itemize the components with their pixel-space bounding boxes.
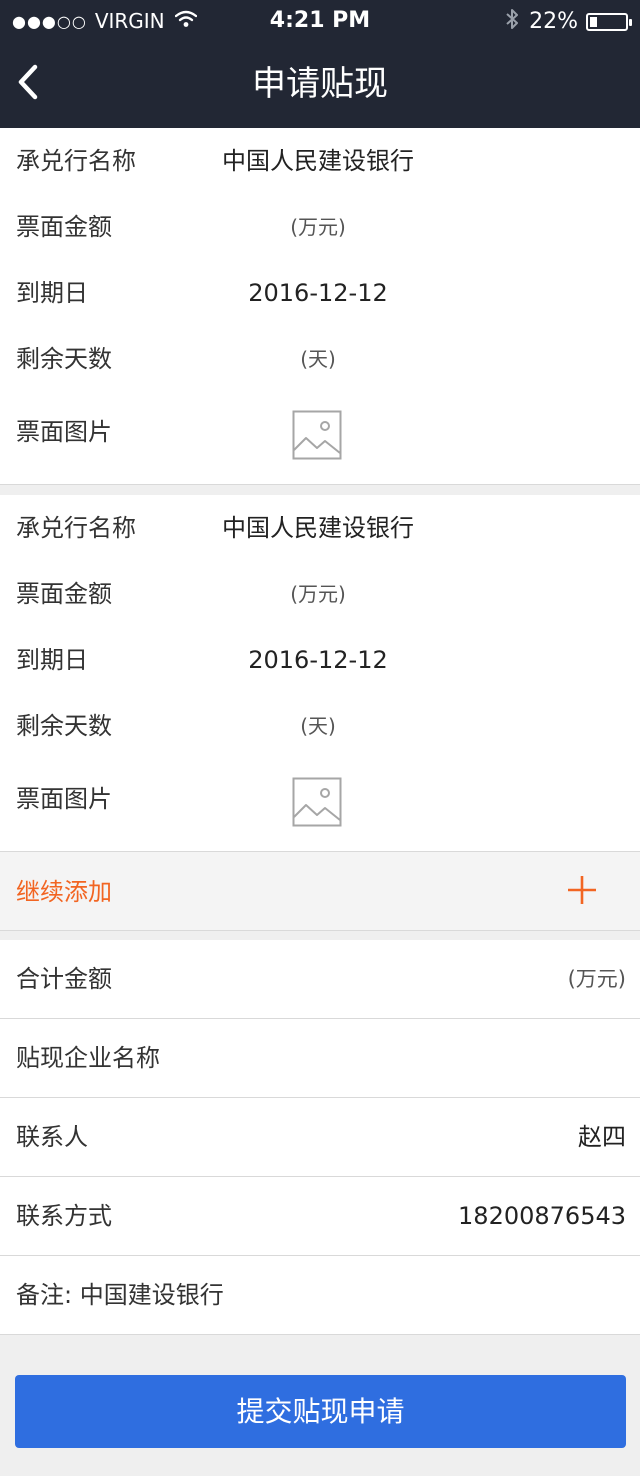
submit-button[interactable]: 提交贴现申请 <box>15 1375 626 1448</box>
phone-label: 联系方式 <box>16 1202 112 1230</box>
bluetooth-icon <box>505 8 519 35</box>
due-date-value[interactable]: 2016-12-12 <box>160 277 476 309</box>
add-more-button[interactable]: 继续添加 <box>0 851 640 931</box>
remaining-days-label: 剩余天数 <box>16 712 112 740</box>
total-amount-unit: (万元) <box>567 967 626 991</box>
remaining-days-field: (天) <box>300 714 336 738</box>
due-date-label: 到期日 <box>16 646 88 674</box>
bill-image-label: 票面图片 <box>16 418 112 446</box>
due-date-label: 到期日 <box>16 279 88 307</box>
amount-row: 票面金额 (万元) <box>0 561 640 627</box>
nav-bar: 申请贴现 <box>0 40 640 128</box>
image-placeholder-icon[interactable] <box>292 410 342 460</box>
total-amount-label: 合计金额 <box>16 965 112 993</box>
image-placeholder-icon[interactable] <box>292 777 342 827</box>
status-right: 22% <box>505 8 632 35</box>
bill-image-row: 票面图片 <box>0 759 640 849</box>
remark-value[interactable]: 中国建设银行 <box>80 1281 224 1309</box>
bill-card-2: 承兑行名称 中国人民建设银行 票面金额 (万元) 到期日 2016-12-12 … <box>0 495 640 852</box>
bill-card-1: 承兑行名称 中国人民建设银行 票面金额 (万元) 到期日 2016-12-12 … <box>0 128 640 485</box>
amount-label: 票面金额 <box>16 580 112 608</box>
remark-field: 备注: 中国建设银行 <box>16 1279 224 1311</box>
battery-percent: 22% <box>529 9 578 34</box>
header: ●●●○○ VIRGIN 4:21 PM 22% 申请贴现 <box>0 0 640 128</box>
battery-level-fill <box>590 16 597 27</box>
contact-row[interactable]: 联系人 赵四 <box>0 1098 640 1177</box>
bank-value[interactable]: 中国人民建设银行 <box>160 512 476 544</box>
amount-row: 票面金额 (万元) <box>0 194 640 260</box>
company-name-label: 贴现企业名称 <box>16 1044 160 1072</box>
summary-section: 合计金额 (万元) 贴现企业名称 联系人 赵四 联系方式 18200876543… <box>0 940 640 1335</box>
bank-value[interactable]: 中国人民建设银行 <box>160 145 476 177</box>
amount-field[interactable]: (万元) <box>160 578 476 610</box>
phone-row[interactable]: 联系方式 18200876543 <box>0 1177 640 1256</box>
company-name-row[interactable]: 贴现企业名称 <box>0 1019 640 1098</box>
remaining-days-row: 剩余天数 (天) <box>0 693 640 759</box>
bank-label: 承兑行名称 <box>16 514 136 542</box>
total-amount-row: 合计金额 (万元) <box>0 940 640 1019</box>
remaining-days-row: 剩余天数 (天) <box>0 326 640 392</box>
amount-field[interactable]: (万元) <box>160 211 476 243</box>
page-title: 申请贴现 <box>252 64 388 104</box>
battery-icon <box>586 12 632 31</box>
due-date-value[interactable]: 2016-12-12 <box>160 644 476 676</box>
add-more-label: 继续添加 <box>16 878 112 906</box>
contact-value[interactable]: 赵四 <box>578 1121 626 1153</box>
phone-value[interactable]: 18200876543 <box>458 1200 626 1232</box>
bill-image-row: 票面图片 <box>0 392 640 482</box>
due-date-row: 到期日 2016-12-12 <box>0 627 640 693</box>
remark-label: 备注: <box>16 1281 73 1309</box>
bank-row: 承兑行名称 中国人民建设银行 <box>0 128 640 194</box>
bill-image-label: 票面图片 <box>16 785 112 813</box>
status-bar: ●●●○○ VIRGIN 4:21 PM 22% <box>0 0 640 40</box>
amount-label: 票面金额 <box>16 213 112 241</box>
bank-label: 承兑行名称 <box>16 147 136 175</box>
plus-icon[interactable] <box>566 874 598 906</box>
remaining-days-label: 剩余天数 <box>16 345 112 373</box>
due-date-row: 到期日 2016-12-12 <box>0 260 640 326</box>
remark-row[interactable]: 备注: 中国建设银行 <box>0 1256 640 1335</box>
bank-row: 承兑行名称 中国人民建设银行 <box>0 495 640 561</box>
contact-label: 联系人 <box>16 1123 88 1151</box>
remaining-days-field: (天) <box>300 347 336 371</box>
